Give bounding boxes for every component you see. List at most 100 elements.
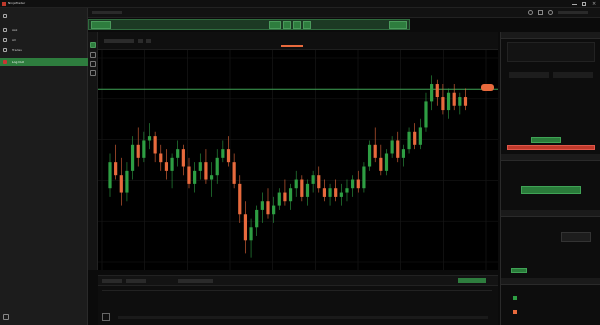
candle-body bbox=[193, 170, 197, 184]
candle-body bbox=[379, 157, 383, 171]
account-summary-row bbox=[118, 316, 488, 319]
candle-body bbox=[243, 214, 248, 241]
positions-header bbox=[501, 278, 600, 285]
quantity-stepper[interactable] bbox=[509, 72, 549, 78]
candle-body bbox=[390, 140, 394, 154]
sidebar-item-ask[interactable]: Ask bbox=[0, 26, 88, 34]
quick-button-3[interactable] bbox=[293, 21, 301, 29]
candle-body bbox=[305, 183, 310, 197]
sidebar: Ask All Trades Log Out bbox=[0, 8, 88, 325]
minimize-icon[interactable] bbox=[572, 4, 577, 5]
sidebar-item-logout[interactable]: Log Out bbox=[0, 58, 88, 66]
candle-body bbox=[446, 92, 451, 111]
chart-type-icon[interactable] bbox=[146, 39, 151, 43]
notifications-icon[interactable] bbox=[538, 10, 543, 15]
order-type-select[interactable] bbox=[553, 72, 593, 78]
candle-body bbox=[396, 140, 400, 158]
candle-body bbox=[317, 175, 321, 189]
candle-body bbox=[334, 188, 338, 197]
candle-body bbox=[153, 136, 157, 154]
tab-executions[interactable] bbox=[178, 279, 213, 283]
sell-button[interactable] bbox=[507, 145, 595, 150]
user-icon[interactable] bbox=[548, 10, 553, 15]
sidebar-item-all[interactable]: All bbox=[0, 36, 88, 44]
connect-button[interactable] bbox=[521, 186, 581, 194]
price-tag bbox=[481, 84, 494, 91]
candle-body bbox=[339, 192, 343, 197]
tab-orders[interactable] bbox=[126, 279, 146, 283]
candle-body bbox=[226, 149, 231, 163]
candle-body bbox=[238, 183, 242, 215]
chart-toolbar bbox=[98, 32, 498, 50]
text-tool-icon[interactable] bbox=[90, 70, 96, 76]
title-bar: NinjaTrader × bbox=[0, 0, 600, 8]
candle-body bbox=[272, 205, 276, 215]
top-bar bbox=[88, 8, 600, 18]
candle-body bbox=[283, 192, 287, 202]
candle-body bbox=[266, 201, 270, 215]
account-panel bbox=[98, 285, 498, 325]
tab-positions[interactable] bbox=[102, 279, 122, 283]
candle-body bbox=[401, 149, 406, 158]
candle-body bbox=[362, 166, 366, 189]
status-dot bbox=[513, 296, 517, 300]
candle-body bbox=[418, 127, 422, 145]
candle-body bbox=[277, 192, 281, 206]
price-ladder-input[interactable] bbox=[561, 232, 591, 242]
settings-icon[interactable] bbox=[3, 314, 9, 320]
account-label bbox=[558, 11, 588, 14]
candle-body bbox=[452, 92, 456, 106]
quote-box bbox=[507, 42, 595, 62]
logout-icon bbox=[3, 60, 7, 64]
candle-body bbox=[255, 209, 259, 228]
quick-button-2[interactable] bbox=[283, 21, 291, 29]
candle-body bbox=[345, 188, 349, 193]
candle-body bbox=[407, 131, 411, 150]
candle-body bbox=[367, 144, 372, 167]
candle-body bbox=[463, 97, 468, 106]
candle-body bbox=[288, 188, 293, 202]
watchlist-header bbox=[501, 154, 600, 161]
candle-body bbox=[221, 149, 225, 158]
quick-button-1[interactable] bbox=[269, 21, 281, 29]
chart-icon bbox=[3, 48, 7, 52]
dom-buy-button[interactable] bbox=[511, 268, 527, 273]
app-logo-icon bbox=[2, 2, 6, 6]
bottom-toolbar bbox=[98, 275, 498, 285]
dom-header bbox=[501, 210, 600, 217]
candle-body bbox=[114, 162, 118, 176]
line-tool-icon[interactable] bbox=[90, 61, 96, 67]
crosshair-icon[interactable] bbox=[90, 52, 96, 58]
quick-action-bar bbox=[88, 19, 410, 30]
quick-button-4[interactable] bbox=[303, 21, 311, 29]
candle-body bbox=[300, 179, 304, 197]
quick-button-5[interactable] bbox=[389, 21, 407, 29]
candle-body bbox=[322, 188, 327, 197]
sidebar-item-trades[interactable]: Trades bbox=[0, 46, 88, 54]
buy-button[interactable] bbox=[531, 137, 561, 143]
candle-body bbox=[170, 157, 174, 171]
interval-selector[interactable] bbox=[138, 39, 143, 43]
time-axis bbox=[98, 266, 498, 274]
help-icon[interactable] bbox=[528, 10, 533, 15]
list-icon bbox=[3, 38, 7, 42]
price-chart[interactable] bbox=[98, 50, 498, 270]
close-icon[interactable]: × bbox=[592, 0, 596, 8]
bottom-action-button[interactable] bbox=[458, 278, 486, 283]
candle-body bbox=[204, 162, 208, 180]
chart-scroll-indicator bbox=[281, 45, 303, 47]
candle-body bbox=[328, 188, 332, 197]
sidebar-item-home[interactable] bbox=[0, 12, 88, 20]
chart-tab[interactable] bbox=[91, 21, 111, 29]
drawing-toolbar bbox=[88, 32, 98, 270]
candle-body bbox=[159, 153, 163, 163]
symbol-selector[interactable] bbox=[104, 39, 134, 43]
collapse-icon[interactable] bbox=[102, 313, 110, 321]
maximize-icon[interactable] bbox=[582, 2, 586, 6]
candle-body bbox=[424, 101, 428, 128]
add-tool-icon[interactable] bbox=[90, 42, 96, 48]
candle-body bbox=[260, 201, 264, 210]
candle-body bbox=[435, 84, 439, 98]
candle-body bbox=[181, 149, 185, 167]
candle-body bbox=[209, 175, 214, 180]
